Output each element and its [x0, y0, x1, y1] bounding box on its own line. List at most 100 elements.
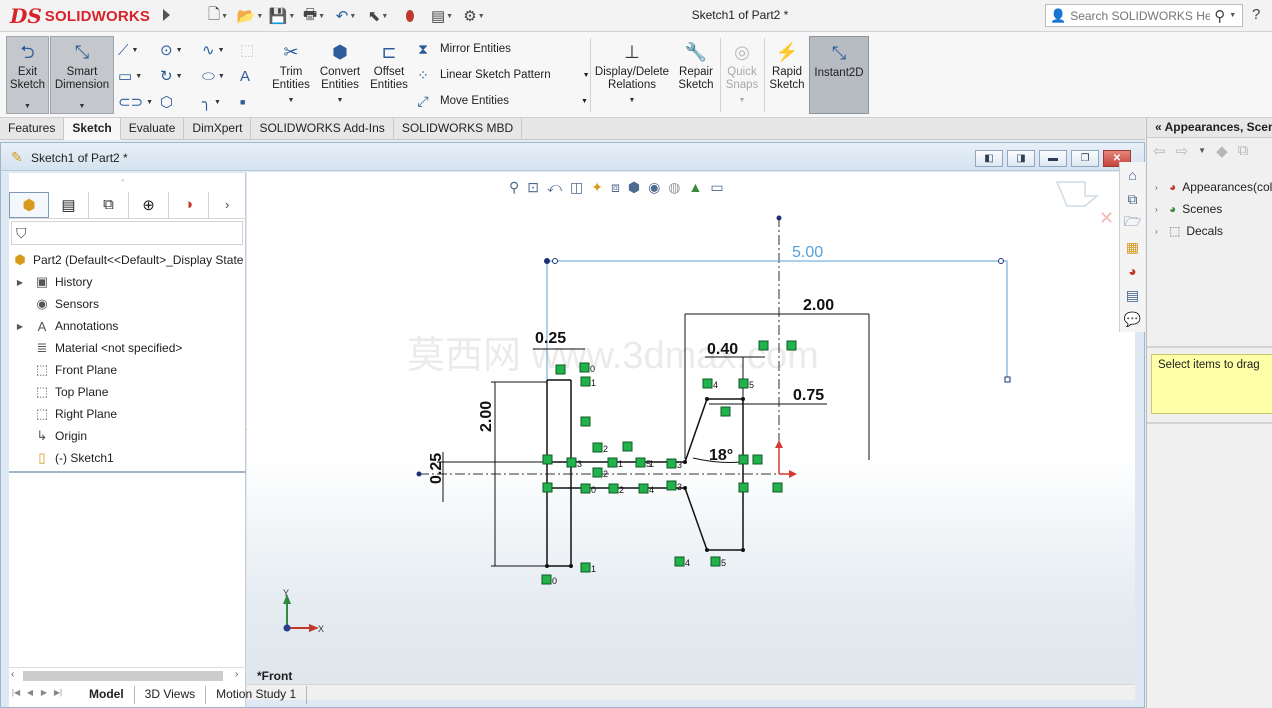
- tab-solidworks-add-ins[interactable]: SOLIDWORKS Add-Ins: [251, 118, 394, 140]
- cancel-corner-icon[interactable]: ✕: [1099, 208, 1114, 228]
- relation-glyph[interactable]: [580, 562, 591, 573]
- relation-glyph[interactable]: [580, 483, 591, 494]
- tree-item-right-plane[interactable]: ⬚ Right Plane: [9, 403, 246, 425]
- sketch-vertex[interactable]: [683, 460, 687, 464]
- mirror-entities-button[interactable]: ⧗ Mirror Entities: [414, 38, 511, 60]
- sketch-vertex[interactable]: [705, 397, 709, 401]
- more-tabs-chevron-icon[interactable]: ›: [225, 197, 229, 212]
- rebuild-button[interactable]: ⬮: [397, 5, 423, 27]
- relation-glyph[interactable]: [542, 454, 553, 465]
- sketch-vertex[interactable]: [569, 564, 573, 568]
- chevron-down-icon[interactable]: ▼: [288, 94, 295, 107]
- chevron-down-icon[interactable]: ▼: [337, 94, 344, 107]
- sketch-canvas[interactable]: 莫西网 www.3dmax.com 5.00 2.00 0.25 0.25 2.…: [247, 172, 1135, 684]
- rectangle-tool-button[interactable]: ▭ ▼: [118, 66, 148, 86]
- relation-glyph[interactable]: [720, 406, 731, 417]
- instant2d-button[interactable]: ⤡ Instant2D: [809, 36, 869, 114]
- tree-item-front-plane[interactable]: ⬚ Front Plane: [9, 359, 246, 381]
- expand-arrow-icon[interactable]: ▶: [15, 322, 25, 331]
- spline-tool-button[interactable]: ∿ ▼: [202, 40, 232, 60]
- relation-glyph[interactable]: [541, 574, 552, 585]
- relation-glyph[interactable]: [635, 457, 646, 468]
- tree-root-part[interactable]: ⬢ Part2 (Default<<Default>_Display State: [9, 249, 246, 271]
- forum-icon[interactable]: 💬: [1122, 309, 1144, 329]
- sketch-vertex[interactable]: [741, 548, 745, 552]
- expand-arrow-icon[interactable]: ›: [1155, 205, 1163, 214]
- select-button[interactable]: ⬉ ▼: [365, 5, 391, 27]
- library-icon[interactable]: ⧉: [1238, 142, 1249, 160]
- relation-glyph[interactable]: [592, 467, 603, 478]
- menu-expand-arrow-icon[interactable]: [163, 9, 170, 21]
- prev-tab-icon[interactable]: ◀: [23, 688, 37, 702]
- arc-tool-button[interactable]: ↻ ▼: [160, 66, 190, 86]
- sketch-vertex[interactable]: [741, 397, 745, 401]
- relation-glyph[interactable]: [638, 483, 649, 494]
- tab-solidworks-mbd[interactable]: SOLIDWORKS MBD: [394, 118, 523, 140]
- confirmation-corner[interactable]: ✕: [1055, 181, 1114, 228]
- add-to-favorites-icon[interactable]: ◆: [1216, 142, 1228, 160]
- tree-item-history[interactable]: ▶ ▣ History: [9, 271, 246, 293]
- tab-3d-views[interactable]: 3D Views: [135, 686, 207, 704]
- collapse-pane-icon[interactable]: «: [1155, 120, 1162, 134]
- dimension-500[interactable]: 5.00: [792, 244, 823, 261]
- slot-tool-button[interactable]: ⊂⊃ ▼: [118, 92, 153, 112]
- move-entities-button[interactable]: ⤢ Move Entities ▼: [414, 90, 588, 112]
- sketch-vertex[interactable]: [683, 486, 687, 490]
- sketch-line[interactable]: [684, 398, 708, 463]
- rapid-sketch-button[interactable]: ⚡ Rapid Sketch: [766, 36, 808, 114]
- repair-sketch-button[interactable]: 🔧 Repair Sketch: [674, 36, 718, 114]
- forward-icon[interactable]: ⇨: [1176, 142, 1189, 160]
- relation-glyph[interactable]: [738, 482, 749, 493]
- help-search-input[interactable]: [1070, 8, 1211, 23]
- graphics-area[interactable]: ⚲ ⊡ ⤺ ◫ ✦ ⧈ ⬢ ◉ ◍ ▲ ▭ 莫西网 www.3dmax.com: [247, 172, 1135, 684]
- feature-tree-filter[interactable]: ⛉: [11, 221, 243, 245]
- design-library-icon[interactable]: ⧉: [1122, 189, 1144, 209]
- centerline-endpoint[interactable]: [776, 215, 782, 221]
- chevron-down-icon[interactable]: ▼: [583, 72, 590, 79]
- polygon-tool-button[interactable]: ⬡: [160, 92, 190, 112]
- relation-glyph[interactable]: [542, 482, 553, 493]
- pane-splitter[interactable]: [1147, 346, 1272, 350]
- back-icon[interactable]: ⇦: [1153, 142, 1166, 160]
- custom-properties-icon[interactable]: ▤: [1122, 285, 1144, 305]
- expand-arrow-icon[interactable]: ›: [1155, 183, 1163, 192]
- tree-item-sketch1[interactable]: ▯ (-) Sketch1: [9, 447, 246, 469]
- appearances-icon[interactable]: ◕: [1122, 261, 1144, 281]
- sketch-point[interactable]: [544, 258, 550, 264]
- first-tab-icon[interactable]: |◀: [9, 688, 23, 702]
- relation-glyph[interactable]: [674, 556, 685, 567]
- chevron-down-icon[interactable]: ▼: [739, 94, 746, 107]
- fillet-tool-button[interactable]: ╮ ▼: [202, 92, 232, 112]
- relation-glyph[interactable]: [786, 340, 797, 351]
- tab-dimxpert[interactable]: DimXpert: [184, 118, 252, 140]
- task-pane-title[interactable]: « Appearances, Scenes, and Decals: [1147, 118, 1272, 138]
- convert-entities-button[interactable]: ⬢ Convert Entities ▼: [316, 36, 364, 114]
- open-button[interactable]: 📂 ▼: [237, 5, 264, 27]
- linear-sketch-pattern-button[interactable]: ⁘ Linear Sketch Pattern ▼: [414, 64, 590, 86]
- tab-property-manager[interactable]: ▤: [49, 191, 89, 218]
- options-button[interactable]: ⚙ ▼: [461, 5, 487, 27]
- relation-glyph[interactable]: [666, 458, 677, 469]
- relation-glyph[interactable]: [738, 454, 749, 465]
- relation-glyph[interactable]: [622, 441, 633, 452]
- tab-configuration-manager[interactable]: ⧉: [89, 191, 129, 218]
- new-document-button[interactable]: 🗋 ▼: [205, 5, 231, 27]
- tree-item-sensors[interactable]: ◉ Sensors: [9, 293, 246, 315]
- sketch-point[interactable]: [552, 258, 558, 264]
- tile-right-button[interactable]: ◨: [1007, 150, 1035, 167]
- ellipse-tool-button[interactable]: ⬭ ▼: [202, 66, 232, 86]
- tp-item-decals[interactable]: › ⬚ Decals: [1155, 220, 1272, 242]
- dimension-075[interactable]: 0.75: [793, 387, 824, 404]
- scroll-right-icon[interactable]: ›: [235, 669, 238, 680]
- tab-motion-study-1[interactable]: Motion Study 1: [206, 686, 308, 704]
- chevron-down-icon[interactable]: ▼: [629, 94, 636, 107]
- file-properties-button[interactable]: ▤ ▼: [429, 5, 455, 27]
- search-dropdown-icon[interactable]: ▼: [1229, 12, 1236, 19]
- solidworks-logo[interactable]: DS SOLIDWORKS: [10, 2, 160, 30]
- tab-model[interactable]: Model: [79, 686, 135, 704]
- trim-entities-button[interactable]: ✂ Trim Entities ▼: [268, 36, 314, 114]
- search-icon[interactable]: ⚲: [1214, 7, 1225, 25]
- view-palette-icon[interactable]: ▦: [1122, 237, 1144, 257]
- dimension-025-top[interactable]: 0.25: [535, 330, 566, 347]
- relation-glyph[interactable]: [772, 482, 783, 493]
